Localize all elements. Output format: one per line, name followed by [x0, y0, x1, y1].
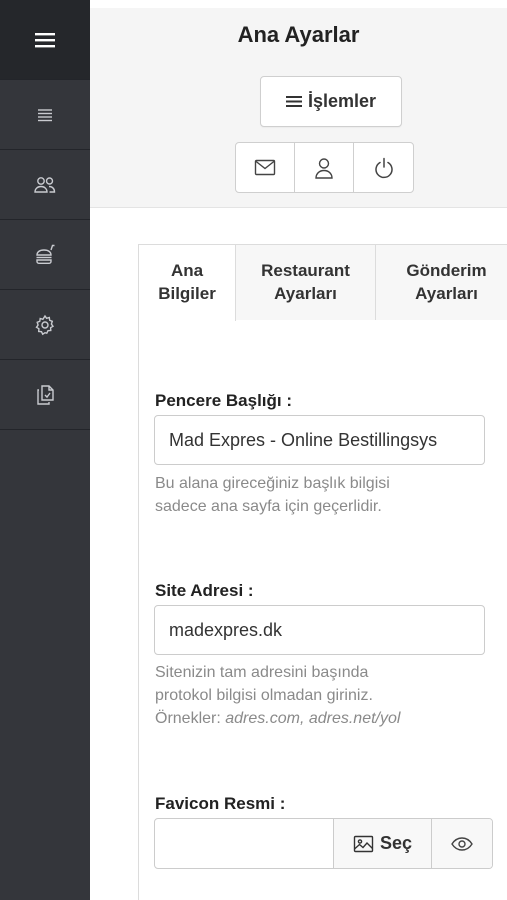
sidebar-item-menu[interactable] — [0, 220, 90, 290]
settings-tabs: Ana Bilgiler Restaurant Ayarları Gönderim A… — [138, 244, 507, 321]
mail-icon — [254, 159, 276, 176]
help-examples-values: adres.com, adres.net/yol — [225, 710, 401, 727]
users-icon — [34, 176, 56, 193]
header-action-group — [235, 142, 414, 193]
sidebar-item-settings[interactable] — [0, 290, 90, 360]
tab-label: Restaurant — [261, 260, 350, 280]
eye-icon — [451, 836, 473, 851]
profile-button[interactable] — [295, 143, 354, 192]
operations-button-label: İşlemler — [307, 91, 377, 111]
sidebar — [0, 0, 90, 900]
help-examples: Örnekler: adres.com, adres.net/yol — [155, 707, 485, 730]
tab-label: Gönderim — [406, 260, 487, 280]
page-title: Ana Ayarlar — [237, 22, 360, 47]
favicon-field-group: Seç — [154, 818, 493, 869]
help-text: Bu alana gireceğiniz başlık bilgisi — [155, 475, 390, 492]
tab-label: Bilgiler — [158, 284, 216, 303]
window-title-label: Pencere Başlığı : — [155, 391, 293, 410]
help-text: protokol bilgisi olmadan giriniz. — [155, 687, 373, 704]
site-address-help: Sitenizin tam adresini başında protokol … — [155, 661, 485, 730]
image-icon — [353, 835, 374, 852]
site-address-input[interactable]: madexpres.dk — [154, 605, 485, 655]
user-icon — [315, 157, 333, 179]
burger-drink-icon — [36, 244, 55, 264]
help-text: Sitenizin tam adresini başında — [155, 664, 369, 681]
favicon-input[interactable] — [155, 819, 334, 868]
page-header: Ana Ayarlar İşlemler — [90, 8, 507, 208]
tab-delivery-settings[interactable]: Gönderim Ayarları — [376, 244, 507, 320]
tab-label: Ayarları — [274, 283, 337, 303]
documents-icon — [37, 384, 54, 405]
site-address-label: Site Adresi : — [155, 581, 254, 600]
tab-main-info[interactable]: Ana Bilgiler — [138, 244, 236, 321]
sidebar-item-documents[interactable] — [0, 360, 90, 430]
help-text: sadece ana sayfa için geçerlidir. — [155, 498, 382, 515]
window-title-help: Bu alana gireceğiniz başlık bilgisi sade… — [155, 472, 485, 518]
tab-restaurant-settings[interactable]: Restaurant Ayarları — [236, 244, 376, 320]
sidebar-item-list[interactable] — [0, 80, 90, 150]
hamburger-icon — [285, 96, 302, 107]
tab-label: Ayarları — [415, 283, 478, 303]
favicon-select-label: Seç — [379, 833, 413, 853]
help-examples-prefix: Örnekler: — [155, 710, 226, 727]
messages-button[interactable] — [236, 143, 295, 192]
favicon-select-button[interactable]: Seç — [334, 819, 432, 868]
operations-button[interactable]: İşlemler — [260, 76, 402, 127]
window-title-input[interactable]: Mad Expres - Online Bestillingsys — [154, 415, 485, 465]
list-icon — [38, 108, 52, 121]
tab-label: Ana — [170, 261, 204, 281]
logout-button[interactable] — [354, 143, 413, 192]
favicon-label: Favicon Resmi : — [155, 794, 286, 813]
favicon-preview-button[interactable] — [432, 819, 492, 868]
sidebar-toggle-button[interactable] — [0, 0, 90, 80]
power-icon — [374, 157, 393, 178]
gear-icon — [35, 314, 55, 335]
hamburger-icon — [35, 32, 55, 47]
sidebar-item-users[interactable] — [0, 150, 90, 220]
